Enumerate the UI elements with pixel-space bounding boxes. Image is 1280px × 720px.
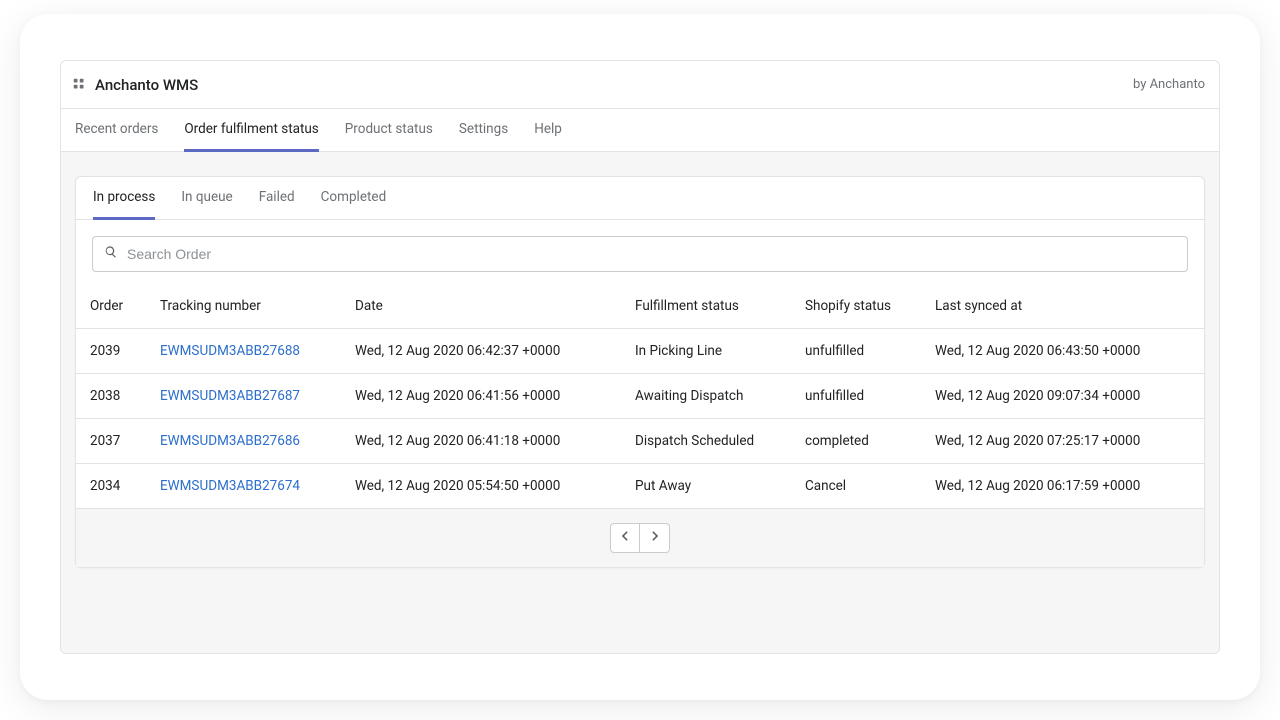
cell-shopify: unfulfilled (791, 329, 921, 374)
cell-synced: Wed, 12 Aug 2020 06:43:50 +0000 (921, 329, 1204, 374)
app-header: Anchanto WMS by Anchanto (61, 61, 1219, 109)
orders-card: In process In queue Failed Completed (75, 176, 1205, 568)
search-input[interactable] (127, 246, 1177, 262)
prev-page-button[interactable] (610, 523, 640, 553)
tracking-link[interactable]: EWMSUDM3ABB27687 (160, 388, 300, 404)
next-page-button[interactable] (640, 523, 670, 553)
app-title: Anchanto WMS (95, 76, 198, 94)
cell-date: Wed, 12 Aug 2020 05:54:50 +0000 (341, 464, 621, 509)
search-row (76, 220, 1204, 288)
cell-fulfillment: Awaiting Dispatch (621, 374, 791, 419)
cell-date: Wed, 12 Aug 2020 06:41:56 +0000 (341, 374, 621, 419)
col-date: Date (341, 288, 621, 329)
table-row: 2039 EWMSUDM3ABB27688 Wed, 12 Aug 2020 06:… (76, 329, 1204, 374)
table-row: 2034 EWMSUDM3ABB27674 Wed, 12 Aug 2020 05:… (76, 464, 1204, 509)
cell-shopify: unfulfilled (791, 374, 921, 419)
subtab-failed[interactable]: Failed (259, 177, 295, 220)
app-header-left: Anchanto WMS (73, 75, 198, 94)
cell-fulfillment: Dispatch Scheduled (621, 419, 791, 464)
content-area: In process In queue Failed Completed (61, 152, 1219, 653)
col-fulfillment: Fulfillment status (621, 288, 791, 329)
primary-tabs: Recent orders Order fulfilment status Pr… (61, 109, 1219, 152)
cell-synced: Wed, 12 Aug 2020 09:07:34 +0000 (921, 374, 1204, 419)
status-tabs: In process In queue Failed Completed (76, 177, 1204, 220)
app-panel: Anchanto WMS by Anchanto Recent orders O… (60, 60, 1220, 654)
window-frame: Anchanto WMS by Anchanto Recent orders O… (20, 14, 1260, 700)
tab-help[interactable]: Help (534, 109, 562, 152)
pagination (76, 509, 1204, 567)
app-grid-icon (73, 75, 85, 94)
cell-fulfillment: In Picking Line (621, 329, 791, 374)
search-box (92, 236, 1188, 272)
subtab-completed[interactable]: Completed (321, 177, 387, 220)
cell-synced: Wed, 12 Aug 2020 06:17:59 +0000 (921, 464, 1204, 509)
subtab-in-queue[interactable]: In queue (181, 177, 232, 220)
tab-recent-orders[interactable]: Recent orders (75, 109, 158, 152)
cell-fulfillment: Put Away (621, 464, 791, 509)
cell-shopify: Cancel (791, 464, 921, 509)
app-byline: by Anchanto (1133, 77, 1205, 92)
table-row: 2038 EWMSUDM3ABB27687 Wed, 12 Aug 2020 06:… (76, 374, 1204, 419)
col-tracking: Tracking number (146, 288, 341, 329)
tracking-link[interactable]: EWMSUDM3ABB27686 (160, 433, 300, 449)
tab-settings[interactable]: Settings (459, 109, 508, 152)
cell-order: 2034 (76, 464, 146, 509)
cell-date: Wed, 12 Aug 2020 06:41:18 +0000 (341, 419, 621, 464)
orders-table: Order Tracking number Date Fulfillment s… (76, 288, 1204, 509)
subtab-in-process[interactable]: In process (93, 177, 155, 220)
col-synced: Last synced at (921, 288, 1204, 329)
tab-product-status[interactable]: Product status (345, 109, 433, 152)
arrow-right-icon (647, 528, 663, 548)
table-row: 2037 EWMSUDM3ABB27686 Wed, 12 Aug 2020 06:… (76, 419, 1204, 464)
cell-date: Wed, 12 Aug 2020 06:42:37 +0000 (341, 329, 621, 374)
cell-order: 2039 (76, 329, 146, 374)
tracking-link[interactable]: EWMSUDM3ABB27674 (160, 478, 300, 494)
cell-order: 2037 (76, 419, 146, 464)
col-order: Order (76, 288, 146, 329)
cell-order: 2038 (76, 374, 146, 419)
cell-shopify: completed (791, 419, 921, 464)
search-icon (103, 244, 119, 264)
cell-synced: Wed, 12 Aug 2020 07:25:17 +0000 (921, 419, 1204, 464)
arrow-left-icon (617, 528, 633, 548)
tracking-link[interactable]: EWMSUDM3ABB27688 (160, 343, 300, 359)
col-shopify: Shopify status (791, 288, 921, 329)
tab-order-fulfilment-status[interactable]: Order fulfilment status (184, 109, 318, 152)
